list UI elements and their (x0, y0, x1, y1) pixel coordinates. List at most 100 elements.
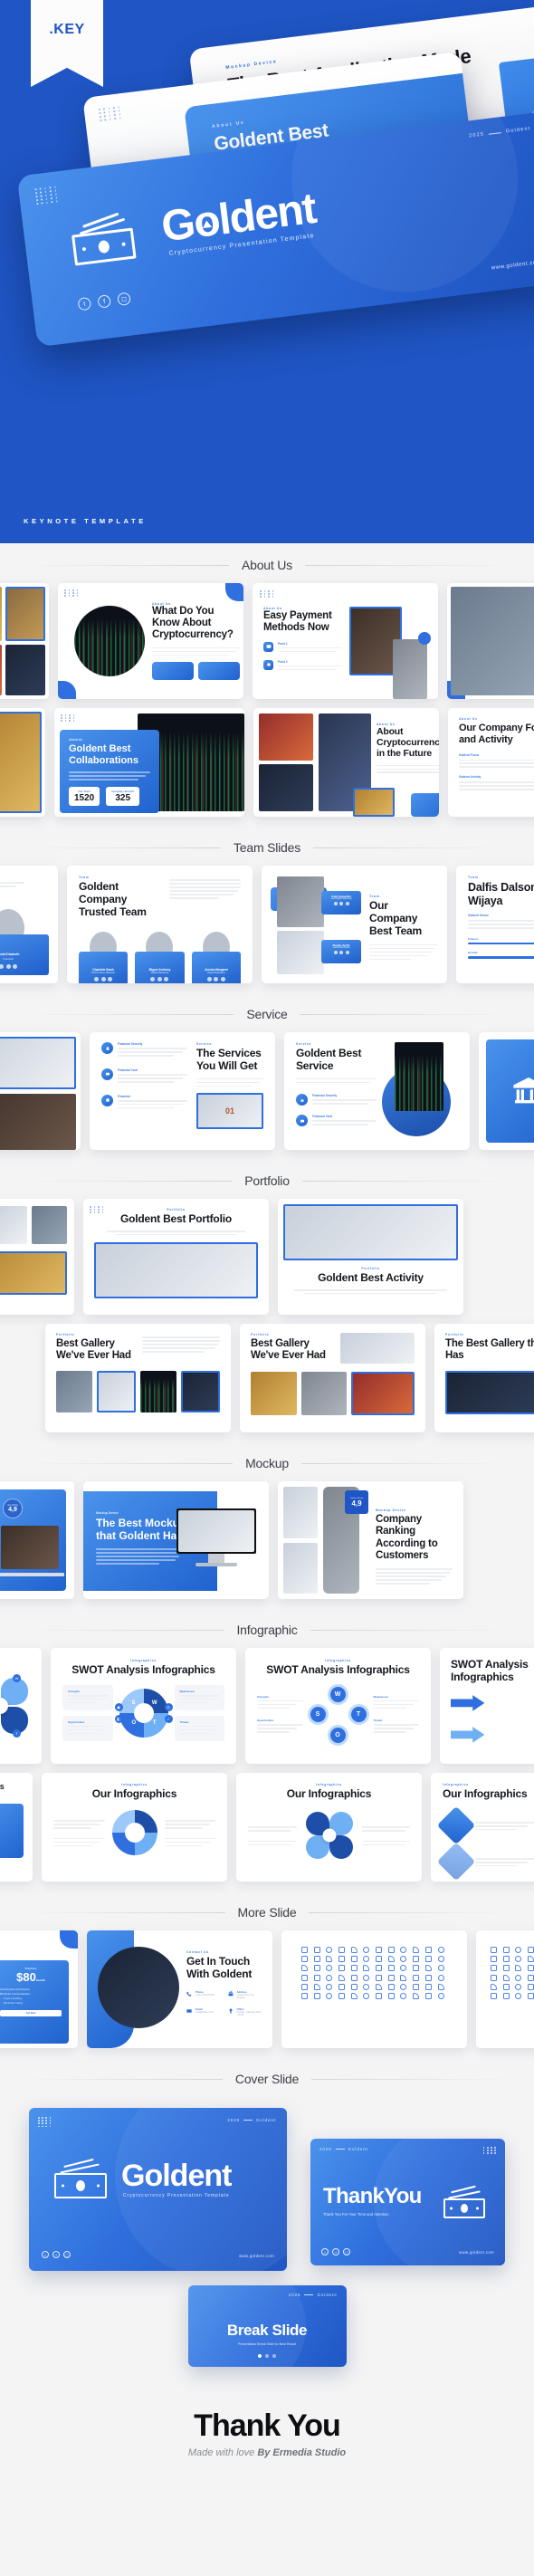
section-title: Service (246, 1007, 288, 1021)
slide-swot-diamond[interactable]: Infographics SWOT Analysis Infographics … (245, 1648, 431, 1764)
slide-title: Get In Touch With Goldent (186, 1955, 253, 1980)
meta-brand: Goldent (317, 2293, 338, 2297)
slide-our-infographics-1[interactable]: Infographics Our Infographics (42, 1773, 227, 1882)
slide-portfolio-grid[interactable]: lio (0, 1199, 74, 1315)
slide-title: Our Infographics (286, 1787, 372, 1800)
brand-logo-text: Goldent (121, 2159, 232, 2193)
slide-contact-us[interactable]: Contact Us Get In Touch With Goldent Pho… (87, 1930, 272, 2048)
slide-petal-infographic[interactable]: S W O T (0, 1648, 42, 1764)
thankyou-subtitle: Thank You For Your Time and Attention (323, 2212, 389, 2217)
instagram-icon[interactable]: ◻ (117, 292, 131, 307)
slide-swot-donut[interactable]: Infographics SWOT Analysis Infographics … (51, 1648, 236, 1764)
swot-letter: S (310, 1706, 326, 1722)
slide-swot-arrow[interactable]: SWOT Analysis Infographics (440, 1648, 534, 1764)
focus-item-label: Goldent Activity (459, 775, 482, 780)
slide-services-you-get[interactable]: Financial Security Financial Card Financ… (90, 1032, 275, 1150)
slide-team-single[interactable]: Linda Elizabeth Financial (0, 866, 58, 983)
divider-right (300, 1013, 515, 1015)
slide-best-mockup[interactable]: Mockup Device The Best Mockup that Golde… (83, 1481, 269, 1599)
divider-left (20, 2078, 223, 2080)
plan-feature: Blockchain Trading (4, 2001, 24, 2005)
slide-what-do-you-know[interactable]: About Us What Do You Know About Cryptocu… (58, 583, 243, 699)
slide-about-device[interactable] (447, 583, 534, 699)
slide-gallery-1[interactable]: Portfolio Best Gallery We've Ever Had (45, 1324, 231, 1432)
hero-section: .KEY Mockup Device The Best Application … (0, 0, 534, 543)
slide-best-team[interactable]: Emily Samantha Lead Digital Marketing Mu… (262, 866, 447, 983)
slide-infographic-partial[interactable]: phics (0, 1773, 33, 1882)
facebook-icon[interactable]: f (332, 2248, 339, 2255)
team-member-card[interactable]: Charlotte Sarah Performance Marketer (79, 929, 129, 983)
stat-value: 1520 (74, 792, 95, 803)
divider-right (310, 1629, 515, 1631)
slide-service-bank[interactable] (479, 1032, 534, 1150)
slide-crypto-future[interactable]: About Us About Cryptocurrencies in the F… (253, 708, 439, 817)
slide-kicker: Portfolio (56, 1333, 75, 1336)
service-label: Financial (118, 1094, 130, 1098)
slide-about-photos[interactable] (0, 583, 49, 699)
lock-icon (101, 1042, 113, 1054)
slide-icon-pack-1[interactable] (281, 1930, 467, 2048)
ribbon-label: .KEY (49, 22, 85, 37)
instagram-icon[interactable]: ◻ (63, 2251, 71, 2258)
slide-gallery-2[interactable]: Portfolio Best Gallery We've Ever Had (240, 1324, 425, 1432)
brand-subtitle: Cryptocurrency Presentation Template (123, 2193, 230, 2198)
petal-diagram (304, 1810, 355, 1861)
slide-company-focus[interactable]: About Us Our Company Focus and Activity … (448, 708, 534, 817)
slide-service-photos[interactable] (0, 1032, 81, 1150)
slide-kicker: Infographics (316, 1783, 342, 1786)
cover-slide-main[interactable]: 2025 Goldent Goldent Cryptocurrency Pres… (29, 2108, 287, 2271)
stat-value: 325 (115, 792, 131, 803)
slide-pricing-table[interactable]: Table Premium $80/month Get Enterprise a… (0, 1930, 78, 2048)
slide-kicker: Infographics (325, 1659, 351, 1662)
slide-kicker: Infographics (121, 1783, 148, 1786)
slide-title: Goldent Company Trusted Team (79, 880, 147, 918)
slide-icon-pack-2[interactable] (476, 1930, 534, 2048)
get-now-button[interactable]: Get Now (0, 2009, 62, 2016)
team-member-card[interactable]: Miguel Anthony Digital Marketing (135, 929, 185, 983)
slide-owner-profile[interactable]: Team Dalfis Dalson William Wijaya Golden… (456, 866, 534, 983)
swot-letter: T (350, 1706, 367, 1722)
team-row: Linda Elizabeth Financial Team Goldent C… (0, 866, 534, 992)
slide-kicker: Team (468, 876, 479, 879)
slide-best-activity[interactable]: Portfolio Goldent Best Activity (278, 1199, 463, 1315)
slide-trusted-team[interactable]: Team Goldent Company Trusted Team Charlo… (67, 866, 253, 983)
slide-kicker: Portfolio (251, 1333, 270, 1336)
instagram-icon[interactable]: ◻ (343, 2248, 350, 2255)
break-subtitle: Presentation Break Slide for Best Result (237, 2342, 297, 2346)
twitter-icon[interactable]: t (42, 2251, 49, 2258)
section-title: Team Slides (233, 840, 301, 855)
credit-light: Made with love (187, 2447, 258, 2458)
slide-title: Our Infographics (443, 1787, 528, 1800)
divider-right (301, 1180, 514, 1182)
section-title: More Slide (237, 1905, 297, 1920)
slide-goldent-best-service[interactable]: Service Goldent Best Service Financial S… (284, 1032, 470, 1150)
team-member-card[interactable]: Jessica Margaret Digital Marketing (191, 929, 241, 983)
slide-our-infographics-2[interactable]: Infographics Our Infographics (236, 1773, 422, 1882)
slide-kicker: Contact Us (186, 1950, 209, 1954)
slide-best-collaborations[interactable]: About Us Goldent Best Collaborations Our… (54, 708, 244, 817)
contact-value: Monday - Saturday 08.00 - 20.00 (236, 2010, 262, 2016)
slide-mockup-rating[interactable]: de App Rating 4,9 (0, 1481, 74, 1599)
slide-title: SWOT Analysis Infographics (266, 1663, 410, 1676)
about-row-1: About Us What Do You Know About Cryptocu… (0, 583, 534, 708)
divider-left (20, 1629, 224, 1631)
slide-easy-payment[interactable]: About Us Easy Payment Methods Now Point … (253, 583, 438, 699)
slide-kicker: Mockup Device (376, 1508, 406, 1512)
twitter-icon[interactable]: t (321, 2248, 329, 2255)
pagination-dots (258, 2354, 276, 2358)
cover-slide-break[interactable]: 2025 Goldent Break Slide Presentation Br… (187, 2285, 347, 2367)
slide-about-coins[interactable] (0, 708, 45, 817)
social-links[interactable]: t f ◻ (321, 2248, 350, 2255)
twitter-icon[interactable]: t (77, 296, 92, 311)
facebook-icon[interactable]: f (52, 2251, 60, 2258)
slide-title: SWOT Analysis Infographics (72, 1663, 215, 1676)
slide-our-infographics-3[interactable]: Infographics Our Infographics (431, 1773, 534, 1882)
facebook-icon[interactable]: f (97, 294, 111, 309)
slide-best-portfolio[interactable]: Portfolio Goldent Best Portfolio (83, 1199, 269, 1315)
slide-gallery-3[interactable]: Portfolio The Best Gallery that Goldent … (434, 1324, 534, 1432)
stat-company-branch: Company Branch 325 (106, 786, 140, 806)
slide-company-ranking[interactable]: Goldent Rating 4,9 Mockup Device Company… (278, 1481, 463, 1599)
cover-slide-thankyou[interactable]: 2025 Goldent ThankYou Thank You For Your… (310, 2139, 505, 2265)
social-links[interactable]: t f ◻ (42, 2251, 71, 2258)
social-links[interactable]: t f ◻ (77, 292, 131, 311)
